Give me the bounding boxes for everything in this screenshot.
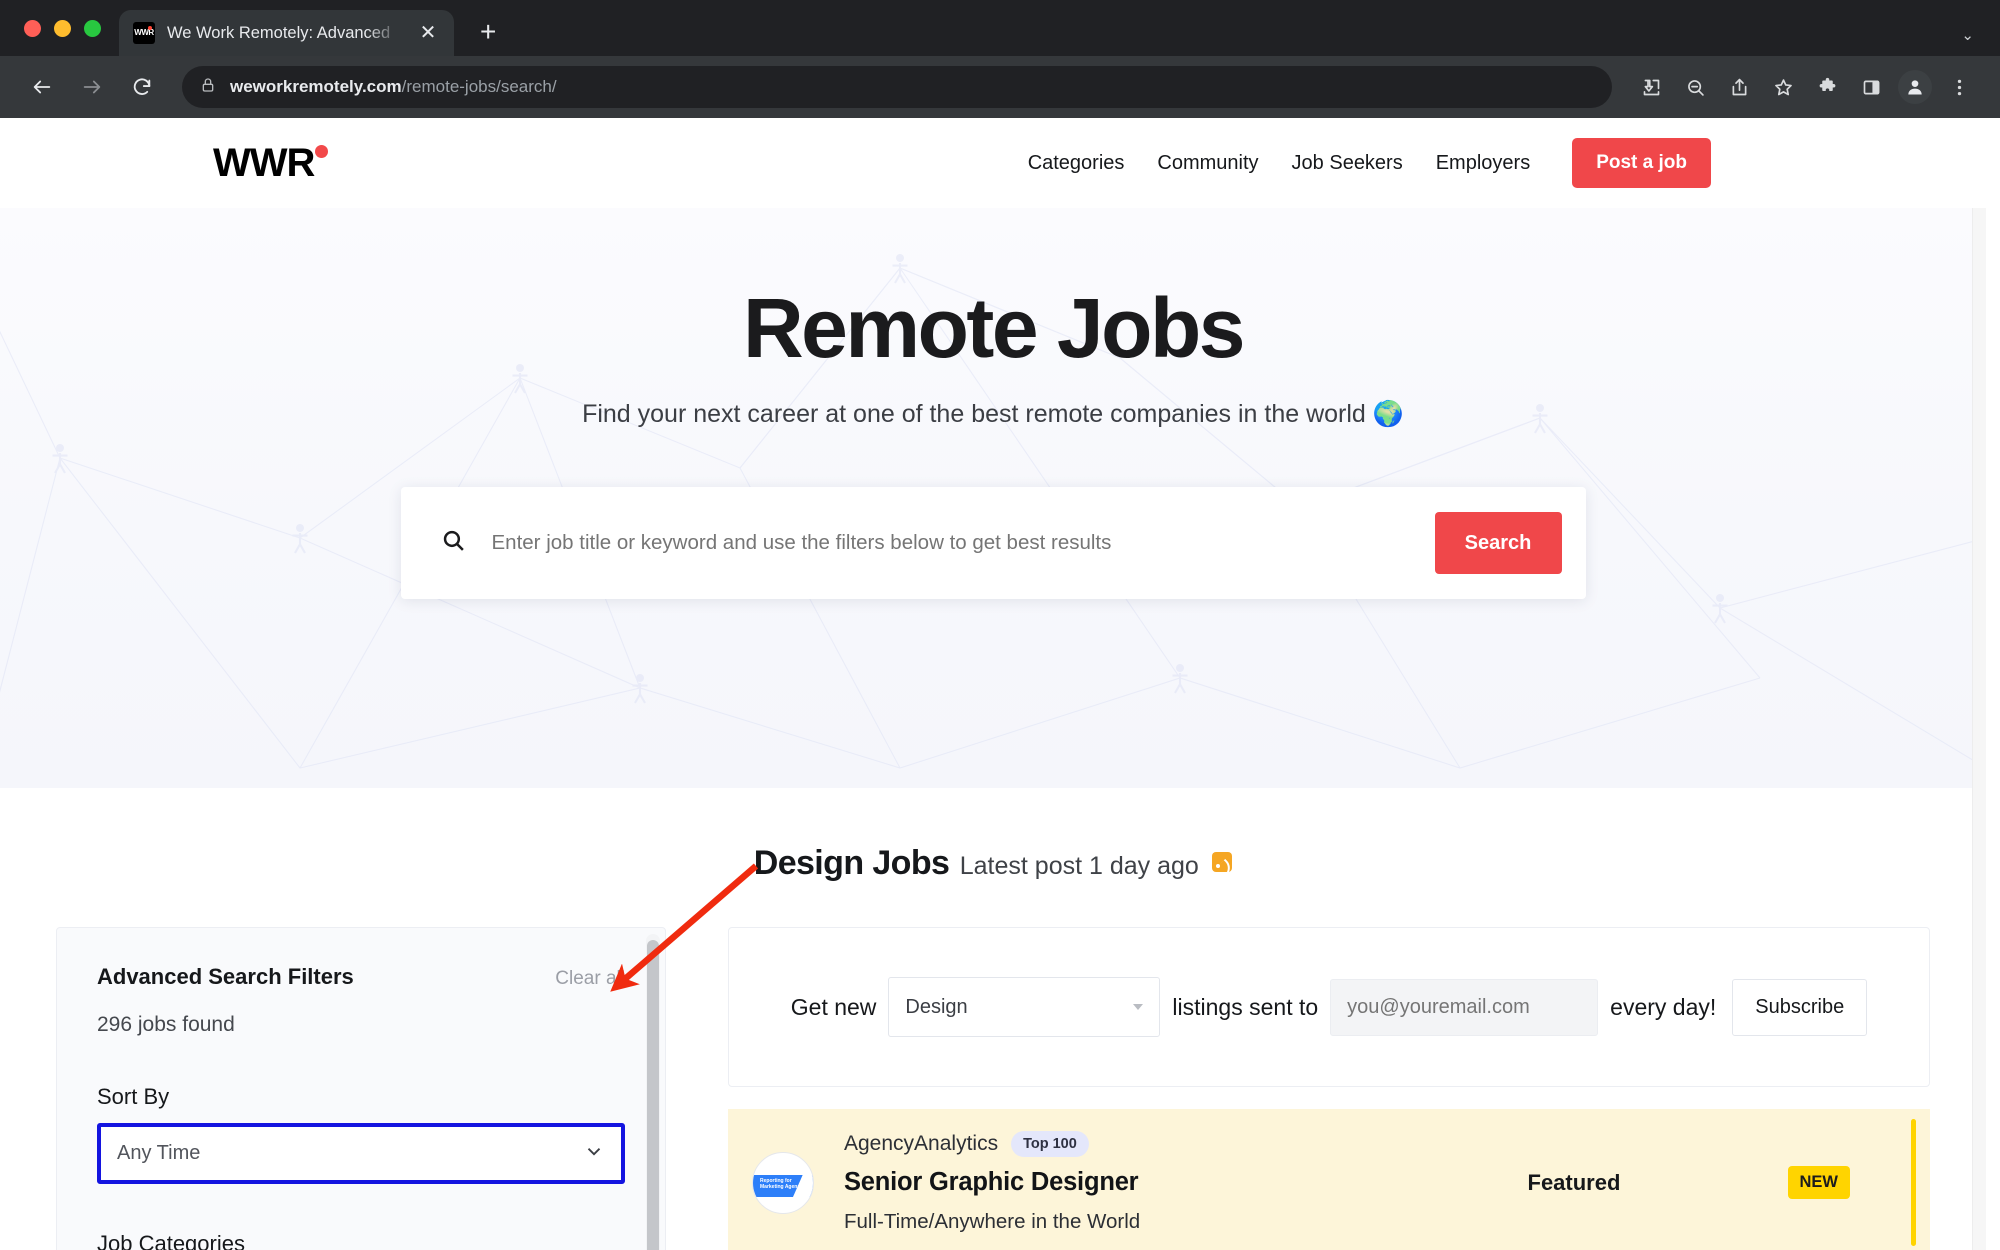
hero-content: Remote Jobs Find your next career at one… bbox=[0, 208, 1986, 599]
subscribe-suffix: every day! bbox=[1610, 993, 1717, 1020]
hero-subtitle: Find your next career at one of the best… bbox=[582, 400, 1404, 428]
zoom-out-icon[interactable] bbox=[1674, 66, 1716, 108]
tab-favicon-icon: WWR bbox=[133, 22, 155, 44]
tab-search-chevron-down-icon[interactable]: ⌄ bbox=[1961, 26, 1974, 44]
logo-text: WWR bbox=[213, 141, 315, 185]
tab-strip: WWR We Work Remotely: Advanced ✕ + ⌄ bbox=[0, 0, 2000, 56]
sidebar-scrollbar[interactable] bbox=[646, 934, 660, 1250]
page-title: Remote Jobs bbox=[743, 281, 1245, 375]
extensions-puzzle-icon[interactable] bbox=[1806, 66, 1848, 108]
minimize-window-button[interactable] bbox=[54, 19, 71, 37]
url-path: /remote-jobs/search/ bbox=[401, 77, 557, 96]
new-badge: NEW bbox=[1787, 1166, 1850, 1199]
job-categories-label: Job Categories bbox=[97, 1231, 245, 1250]
job-listing-row[interactable]: Reporting for Marketing Agencies AgencyAn… bbox=[728, 1109, 1930, 1250]
sidebar-scrollbar-thumb[interactable] bbox=[647, 940, 659, 1250]
company-name: AgencyAnalytics bbox=[844, 1132, 999, 1155]
subscribe-category-select[interactable]: Design bbox=[888, 977, 1161, 1037]
address-bar[interactable]: weworkremotely.com/remote-jobs/search/ bbox=[182, 66, 1612, 108]
new-tab-button[interactable]: + bbox=[480, 18, 496, 46]
top-100-badge: Top 100 bbox=[1011, 1131, 1089, 1157]
section-heading: Design Jobs Latest post 1 day ago bbox=[0, 844, 1986, 883]
nav-item-community[interactable]: Community bbox=[1157, 152, 1258, 175]
nav-item-job-seekers[interactable]: Job Seekers bbox=[1292, 152, 1403, 175]
tab-title: We Work Remotely: Advanced bbox=[167, 23, 391, 42]
chevron-down-icon bbox=[583, 1140, 605, 1167]
browser-toolbar: weworkremotely.com/remote-jobs/search/ bbox=[0, 56, 2000, 118]
profile-avatar-icon[interactable] bbox=[1894, 66, 1936, 108]
job-info: AgencyAnalytics Top 100 Senior Graphic D… bbox=[844, 1131, 1528, 1234]
advanced-search-filters-panel: Advanced Search Filters Clear all 296 jo… bbox=[56, 927, 666, 1250]
job-search-box: Search bbox=[400, 487, 1586, 599]
section-title: Design Jobs bbox=[753, 844, 950, 882]
bookmark-star-icon[interactable] bbox=[1762, 66, 1804, 108]
site-header: WWR Categories Community Job Seekers Emp… bbox=[0, 118, 1986, 208]
favicon-label: WWR bbox=[134, 28, 154, 37]
chevron-down-icon bbox=[1133, 1004, 1144, 1010]
featured-edge-marker bbox=[1911, 1119, 1916, 1246]
job-title: Senior Graphic Designer bbox=[844, 1168, 1139, 1196]
back-arrow-icon[interactable] bbox=[20, 65, 64, 109]
sort-by-value: Any Time bbox=[117, 1142, 201, 1164]
nav-item-employers[interactable]: Employers bbox=[1436, 152, 1530, 175]
side-panel-icon[interactable] bbox=[1850, 66, 1892, 108]
agencyanalytics-logo: Reporting for Marketing Agencies bbox=[752, 1151, 814, 1214]
web-page: WWR Categories Community Job Seekers Emp… bbox=[0, 118, 1986, 1250]
download-icon[interactable] bbox=[1630, 66, 1672, 108]
browser-tab[interactable]: WWR We Work Remotely: Advanced ✕ bbox=[119, 10, 454, 56]
subscribe-middle-text: listings sent to bbox=[1172, 993, 1319, 1020]
hero-section: Remote Jobs Find your next career at one… bbox=[0, 208, 1986, 788]
filters-title: Advanced Search Filters bbox=[97, 964, 354, 989]
main-nav: Categories Community Job Seekers Employe… bbox=[1028, 138, 1711, 188]
sort-by-label: Sort By bbox=[97, 1084, 170, 1109]
subscribe-email-wrap bbox=[1330, 978, 1599, 1036]
share-icon[interactable] bbox=[1718, 66, 1760, 108]
rss-feed-icon[interactable] bbox=[1212, 852, 1233, 872]
job-list: Reporting for Marketing Agencies AgencyAn… bbox=[728, 1109, 1930, 1250]
section-subtitle: Latest post 1 day ago bbox=[959, 852, 1199, 880]
wwr-logo[interactable]: WWR bbox=[213, 141, 329, 185]
sort-by-select[interactable]: Any Time bbox=[97, 1123, 625, 1184]
lock-icon bbox=[200, 77, 216, 98]
toolbar-icons bbox=[1630, 66, 1980, 108]
subscribe-bar: Get new Design listings sent to every da… bbox=[728, 927, 1930, 1087]
url-text: weworkremotely.com/remote-jobs/search/ bbox=[230, 77, 557, 97]
three-dot-menu-icon[interactable] bbox=[1938, 66, 1980, 108]
search-icon bbox=[441, 528, 466, 558]
reload-icon[interactable] bbox=[120, 65, 164, 109]
logo-dot-icon bbox=[315, 145, 329, 158]
subscribe-category-value: Design bbox=[905, 995, 968, 1018]
results-section: Design Jobs Latest post 1 day ago Advanc… bbox=[0, 788, 1986, 1250]
clear-all-button[interactable]: Clear all bbox=[555, 968, 625, 990]
browser-window: WWR We Work Remotely: Advanced ✕ + ⌄ wew… bbox=[0, 0, 2000, 1250]
subscribe-prefix: Get new bbox=[790, 993, 877, 1020]
nav-item-categories[interactable]: Categories bbox=[1028, 152, 1125, 175]
job-results-column: Get new Design listings sent to every da… bbox=[728, 927, 1930, 1250]
jobs-found-count: 296 jobs found bbox=[97, 1013, 235, 1036]
post-a-job-button[interactable]: Post a job bbox=[1572, 138, 1711, 188]
search-input[interactable] bbox=[491, 531, 1435, 555]
maximize-window-button[interactable] bbox=[84, 19, 101, 37]
close-window-button[interactable] bbox=[24, 19, 41, 37]
search-button[interactable]: Search bbox=[1434, 512, 1562, 574]
job-meta: Full-Time/Anywhere in the World bbox=[844, 1210, 1141, 1233]
subscribe-email-input[interactable] bbox=[1347, 995, 1582, 1019]
page-viewport: WWR Categories Community Job Seekers Emp… bbox=[0, 118, 2000, 1250]
forward-arrow-icon[interactable] bbox=[70, 65, 114, 109]
subscribe-button[interactable]: Subscribe bbox=[1732, 978, 1868, 1036]
window-controls bbox=[24, 0, 119, 56]
content-columns: Advanced Search Filters Clear all 296 jo… bbox=[0, 927, 1986, 1250]
featured-label: Featured bbox=[1527, 1169, 1621, 1195]
url-domain: weworkremotely.com bbox=[230, 77, 402, 96]
close-tab-icon[interactable]: ✕ bbox=[416, 23, 440, 43]
